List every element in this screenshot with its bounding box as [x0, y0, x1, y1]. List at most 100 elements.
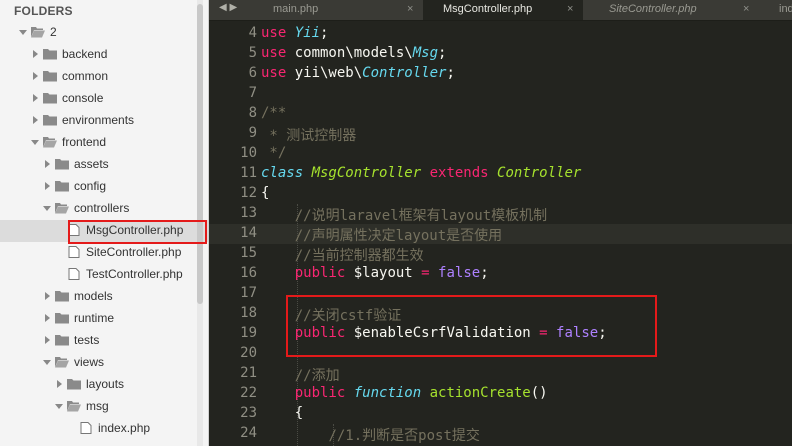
tree-folder-item[interactable]: frontend [0, 132, 208, 154]
tree-folder-item[interactable]: layouts [0, 374, 208, 396]
tree-folder-item[interactable]: models [0, 286, 208, 308]
disclosure-open-icon[interactable] [42, 357, 52, 367]
code-line[interactable]: //1.判断是否post提交 [261, 425, 479, 445]
tree-folder-item[interactable]: 2 [0, 22, 208, 44]
tree-item-label: index.php [98, 421, 151, 435]
tree-folder-item[interactable]: msg [0, 396, 208, 418]
disclosure-open-icon[interactable] [18, 27, 28, 37]
disclosure-closed-icon[interactable] [54, 379, 64, 389]
tab-3[interactable]: SiteController.php × [589, 0, 759, 20]
tab-2[interactable]: MsgController.php × [423, 0, 583, 20]
tree-folder-item[interactable]: assets [0, 154, 208, 176]
code-editor[interactable]: 4 use Yii; 5 use common\models\Msg; 6 use yi… [209, 21, 792, 446]
code-line[interactable]: * 测试控制器 [261, 125, 356, 145]
code-token: Yii [294, 25, 321, 41]
code-line[interactable]: //说明laravel框架有layout模板机制 [261, 205, 547, 225]
code-token: use [261, 65, 295, 81]
code-token: class [261, 165, 312, 181]
tab-1[interactable]: main.php × [253, 0, 423, 20]
tab-nav-arrows-icon[interactable]: ◀ ▶ [219, 2, 237, 13]
code-line[interactable]: { [261, 185, 269, 201]
file-icon [68, 246, 80, 258]
disclosure-closed-icon[interactable] [30, 49, 40, 59]
tree-folder-item[interactable]: config [0, 176, 208, 198]
code-line[interactable]: public function actionCreate() [261, 385, 548, 401]
code-token: common\models\ [294, 45, 413, 61]
disclosure-closed-icon[interactable] [42, 335, 52, 345]
code-line[interactable]: //当前控制器都生效 [261, 245, 424, 265]
code-line[interactable]: //添加 [261, 365, 340, 385]
code-line[interactable]: //声明属性决定layout是否使用 [261, 225, 502, 245]
code-token: { [261, 405, 304, 421]
code-line[interactable]: use yii\web\Controller; [261, 65, 455, 81]
code-token: () [530, 385, 548, 401]
code-token: Controller [362, 65, 447, 81]
tree-folder-item[interactable]: backend [0, 44, 208, 66]
disclosure-closed-icon[interactable] [42, 159, 52, 169]
folder-icon [67, 379, 81, 390]
code-token: public [294, 385, 354, 401]
tab-close-icon[interactable]: × [743, 3, 749, 15]
code-line[interactable]: class MsgController extends Controller [261, 165, 581, 181]
code-token: actionCreate [429, 385, 531, 401]
tree-folder-item[interactable]: views [0, 352, 208, 374]
tab-close-icon[interactable]: × [567, 3, 573, 15]
code-token: ; [438, 45, 447, 61]
tree-item-label: frontend [62, 135, 107, 149]
folder-open-icon [67, 401, 81, 412]
tab-close-icon[interactable]: × [407, 3, 413, 15]
tree-item-label: assets [74, 157, 109, 171]
folder-icon [43, 71, 57, 82]
line-number: 19 [240, 325, 257, 341]
line-number: 20 [240, 345, 257, 361]
tree-file-item[interactable]: index.php [0, 418, 208, 440]
folder-open-icon [55, 357, 69, 368]
line-number: 16 [240, 265, 257, 281]
code-token: { [261, 185, 270, 201]
sidebar-scrollbar-thumb[interactable] [197, 4, 203, 304]
tree-folder-item[interactable]: controllers [0, 198, 208, 220]
disclosure-open-icon[interactable] [30, 137, 40, 147]
annotation-box-csrf [286, 295, 657, 357]
code-line[interactable]: */ [261, 145, 286, 161]
disclosure-closed-icon[interactable] [30, 115, 40, 125]
code-line[interactable]: use Yii; [261, 25, 337, 41]
code-token: //添加 [294, 368, 340, 384]
code-token: function [353, 385, 430, 401]
tab-4[interactable]: index [759, 0, 792, 20]
code-token: = [421, 265, 439, 281]
tree-file-item[interactable]: SiteController.php [0, 242, 208, 264]
folder-icon [43, 49, 57, 60]
disclosure-open-icon[interactable] [54, 401, 64, 411]
folder-open-icon [31, 27, 45, 38]
tree-folder-item[interactable]: common [0, 66, 208, 88]
tree-folder-item[interactable]: environments [0, 110, 208, 132]
code-line[interactable]: { [261, 405, 303, 421]
tree-file-item[interactable]: TestController.php [0, 264, 208, 286]
disclosure-closed-icon[interactable] [42, 291, 52, 301]
code-token: use [261, 45, 295, 61]
folder-icon [55, 335, 69, 346]
tree-item-label: views [74, 355, 105, 369]
line-number: 18 [240, 305, 257, 321]
code-line[interactable]: use common\models\Msg; [261, 45, 446, 61]
tree-folder-item[interactable]: console [0, 88, 208, 110]
disclosure-closed-icon[interactable] [42, 181, 52, 191]
line-number: 10 [240, 145, 257, 161]
code-line[interactable]: public $layout = false; [261, 265, 489, 281]
code-token: MsgController [311, 165, 430, 181]
tree-folder-item[interactable]: tests [0, 330, 208, 352]
tree-item-label: SiteController.php [86, 245, 182, 259]
code-line[interactable]: /** [261, 105, 286, 121]
disclosure-open-icon[interactable] [42, 203, 52, 213]
disclosure-closed-icon[interactable] [42, 313, 52, 323]
tab-label: index [779, 3, 792, 15]
disclosure-closed-icon[interactable] [30, 71, 40, 81]
line-number: 23 [240, 405, 257, 421]
disclosure-closed-icon[interactable] [30, 93, 40, 103]
tree-folder-item[interactable]: runtime [0, 308, 208, 330]
line-number: 8 [248, 105, 257, 121]
